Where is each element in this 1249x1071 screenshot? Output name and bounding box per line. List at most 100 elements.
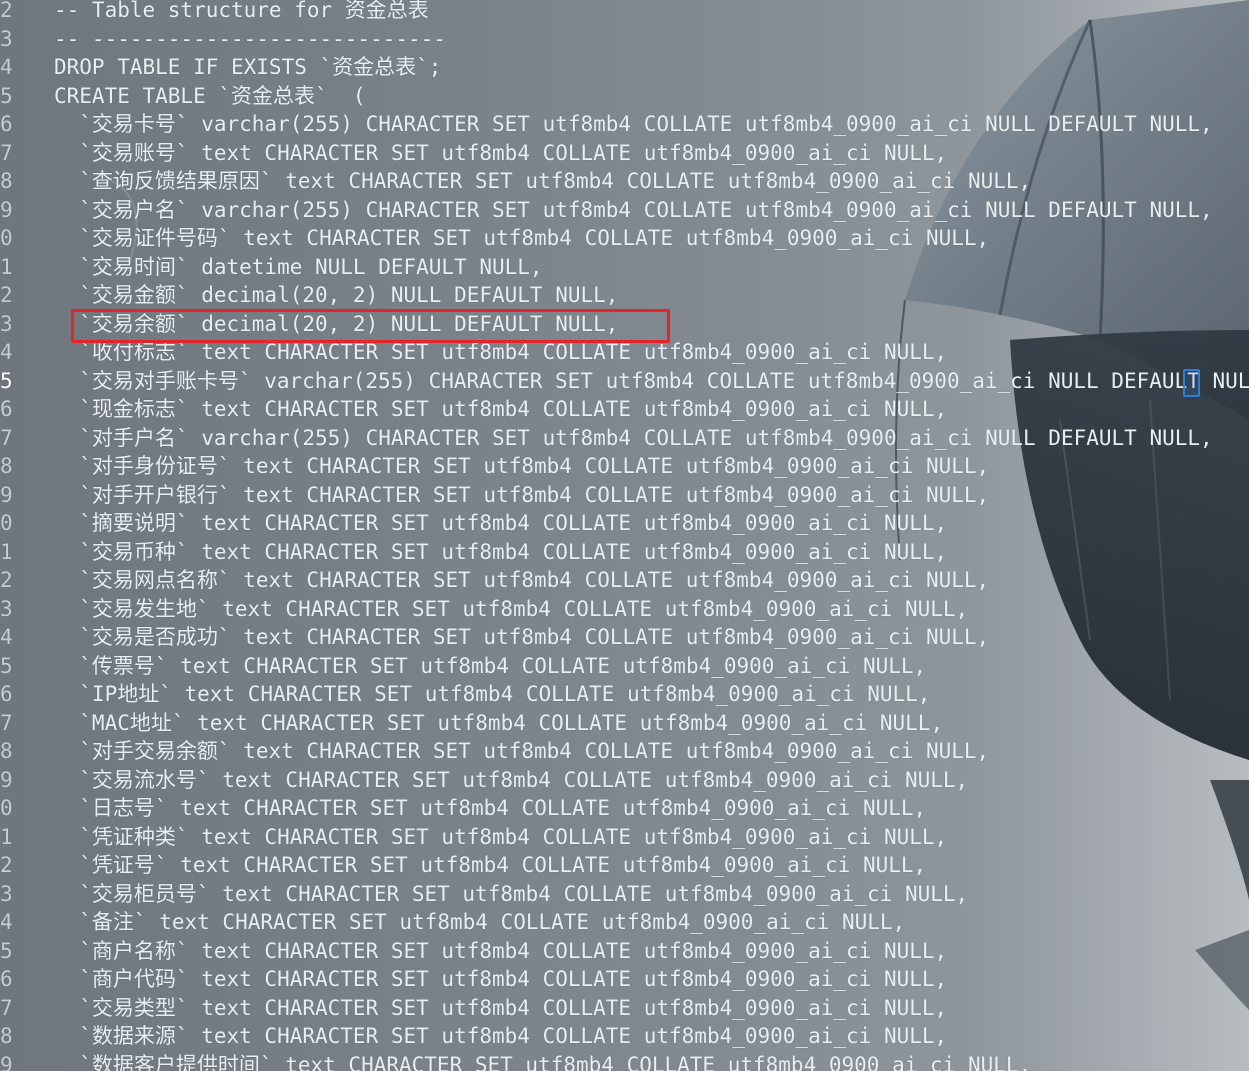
code-line[interactable]: 6 `交易卡号` varchar(255) CHARACTER SET utf8…: [0, 110, 1249, 139]
line-number: 7: [0, 140, 13, 165]
line-number: 4: [0, 910, 13, 934]
code-line[interactable]: 9 `交易户名` varchar(255) CHARACTER SET utf8…: [0, 196, 1249, 225]
line-number: 6: [0, 112, 13, 136]
code-text[interactable]: `对手交易余额` text CHARACTER SET utf8mb4 COLL…: [54, 737, 989, 766]
line-number: 3: [0, 596, 13, 621]
code-text[interactable]: `交易发生地` text CHARACTER SET utf8mb4 COLLA…: [54, 595, 968, 624]
line-number: 3: [0, 881, 13, 906]
line-number: 9: [0, 1052, 13, 1071]
code-line[interactable]: 8 `查询反馈结果原因` text CHARACTER SET utf8mb4 …: [0, 167, 1249, 196]
code-line[interactable]: 2 `凭证号` text CHARACTER SET utf8mb4 COLLA…: [0, 851, 1249, 880]
code-text[interactable]: CREATE TABLE `资金总表` (: [54, 82, 366, 111]
code-text[interactable]: `交易户名` varchar(255) CHARACTER SET utf8mb…: [54, 196, 1212, 225]
code-line[interactable]: 3 `交易余额` decimal(20, 2) NULL DEFAULT NUL…: [0, 310, 1249, 339]
code-text[interactable]: `交易网点名称` text CHARACTER SET utf8mb4 COLL…: [54, 566, 989, 595]
code-text[interactable]: `商户代码` text CHARACTER SET utf8mb4 COLLAT…: [54, 965, 947, 994]
code-text[interactable]: `交易类型` text CHARACTER SET utf8mb4 COLLAT…: [54, 994, 947, 1023]
code-line[interactable]: 5 `商户名称` text CHARACTER SET utf8mb4 COLL…: [0, 937, 1249, 966]
code-text[interactable]: `摘要说明` text CHARACTER SET utf8mb4 COLLAT…: [54, 509, 947, 538]
code-editor[interactable]: 2 -- Table structure for 资金总表 3 -- --------…: [0, 0, 1249, 1071]
line-number: 5: [0, 83, 13, 108]
code-text[interactable]: `交易流水号` text CHARACTER SET utf8mb4 COLLA…: [54, 766, 968, 795]
code-line[interactable]: 0 `摘要说明` text CHARACTER SET utf8mb4 COLL…: [0, 509, 1249, 538]
line-number: 0: [0, 511, 13, 535]
code-line[interactable]: 4 `备注` text CHARACTER SET utf8mb4 COLLAT…: [0, 908, 1249, 937]
code-text[interactable]: `收付标志` text CHARACTER SET utf8mb4 COLLAT…: [54, 338, 947, 367]
line-number: 8: [0, 169, 13, 193]
code-text[interactable]: `对手户名` varchar(255) CHARACTER SET utf8mb…: [54, 424, 1212, 453]
code-line[interactable]: 2 -- Table structure for 资金总表: [0, 0, 1249, 25]
code-line[interactable]: 7 `交易类型` text CHARACTER SET utf8mb4 COLL…: [0, 994, 1249, 1023]
code-line[interactable]: 2 `交易网点名称` text CHARACTER SET utf8mb4 CO…: [0, 566, 1249, 595]
code-line[interactable]: 0 `日志号` text CHARACTER SET utf8mb4 COLLA…: [0, 794, 1249, 823]
code-text[interactable]: DROP TABLE IF EXISTS `资金总表`;: [54, 53, 441, 82]
code-text[interactable]: `对手开户银行` text CHARACTER SET utf8mb4 COLL…: [54, 481, 989, 510]
code-text[interactable]: -- ----------------------------: [54, 25, 446, 54]
code-line[interactable]: 1 `凭证种类` text CHARACTER SET utf8mb4 COLL…: [0, 823, 1249, 852]
line-number: 1: [0, 539, 13, 564]
line-number: 6: [0, 967, 13, 991]
line-number: 7: [0, 425, 13, 450]
code-text[interactable]: `MAC地址` text CHARACTER SET utf8mb4 COLLA…: [54, 709, 943, 738]
line-number: 1: [0, 824, 13, 849]
code-line[interactable]: 0 `交易证件号码` text CHARACTER SET utf8mb4 CO…: [0, 224, 1249, 253]
code-text[interactable]: `交易时间` datetime NULL DEFAULT NULL,: [54, 253, 542, 282]
code-line[interactable]: 4 `收付标志` text CHARACTER SET utf8mb4 COLL…: [0, 338, 1249, 367]
code-line[interactable]: 5 `交易对手账卡号` varchar(255) CHARACTER SET u…: [0, 367, 1249, 396]
code-line[interactable]: 4 `交易是否成功` text CHARACTER SET utf8mb4 CO…: [0, 623, 1249, 652]
code-line[interactable]: 5 CREATE TABLE `资金总表` (: [0, 82, 1249, 111]
code-text[interactable]: `凭证种类` text CHARACTER SET utf8mb4 COLLAT…: [54, 823, 947, 852]
code-text[interactable]: -- Table structure for 资金总表: [54, 0, 429, 25]
code-text[interactable]: `传票号` text CHARACTER SET utf8mb4 COLLATE…: [54, 652, 926, 681]
line-number: 0: [0, 226, 13, 250]
line-number: 5: [0, 653, 13, 678]
code-text[interactable]: `现金标志` text CHARACTER SET utf8mb4 COLLAT…: [54, 395, 947, 424]
code-text[interactable]: `交易金额` decimal(20, 2) NULL DEFAULT NULL,: [54, 281, 618, 310]
code-text[interactable]: `IP地址` text CHARACTER SET utf8mb4 COLLAT…: [54, 680, 930, 709]
code-line[interactable]: 6 `IP地址` text CHARACTER SET utf8mb4 COLL…: [0, 680, 1249, 709]
code-text[interactable]: `凭证号` text CHARACTER SET utf8mb4 COLLATE…: [54, 851, 926, 880]
code-line[interactable]: 6 `商户代码` text CHARACTER SET utf8mb4 COLL…: [0, 965, 1249, 994]
code-text[interactable]: `交易证件号码` text CHARACTER SET utf8mb4 COLL…: [54, 224, 989, 253]
line-number: 9: [0, 482, 13, 507]
code-text[interactable]: `备注` text CHARACTER SET utf8mb4 COLLATE …: [54, 908, 905, 937]
code-text[interactable]: `日志号` text CHARACTER SET utf8mb4 COLLATE…: [54, 794, 926, 823]
code-line[interactable]: 7 `交易账号` text CHARACTER SET utf8mb4 COLL…: [0, 139, 1249, 168]
code-line[interactable]: 8 `数据来源` text CHARACTER SET utf8mb4 COLL…: [0, 1022, 1249, 1051]
code-text[interactable]: `数据客户提供时间` text CHARACTER SET utf8mb4 CO…: [54, 1051, 1031, 1071]
code-line[interactable]: 5 `传票号` text CHARACTER SET utf8mb4 COLLA…: [0, 652, 1249, 681]
code-line[interactable]: 1 `交易币种` text CHARACTER SET utf8mb4 COLL…: [0, 538, 1249, 567]
code-text[interactable]: `数据来源` text CHARACTER SET utf8mb4 COLLAT…: [54, 1022, 947, 1051]
code-line[interactable]: 2 `交易金额` decimal(20, 2) NULL DEFAULT NUL…: [0, 281, 1249, 310]
code-text[interactable]: `交易余额` decimal(20, 2) NULL DEFAULT NULL,: [54, 310, 618, 339]
code-line[interactable]: 3 `交易发生地` text CHARACTER SET utf8mb4 COL…: [0, 595, 1249, 624]
code-line[interactable]: 7 `对手户名` varchar(255) CHARACTER SET utf8…: [0, 424, 1249, 453]
code-text[interactable]: `交易币种` text CHARACTER SET utf8mb4 COLLAT…: [54, 538, 947, 567]
code-line[interactable]: 9 `数据客户提供时间` text CHARACTER SET utf8mb4 …: [0, 1051, 1249, 1071]
line-number: 2: [0, 568, 13, 592]
code-text[interactable]: `交易柜员号` text CHARACTER SET utf8mb4 COLLA…: [54, 880, 968, 909]
code-text[interactable]: `交易对手账卡号` varchar(255) CHARACTER SET utf…: [54, 367, 1249, 396]
code-line[interactable]: 3 `交易柜员号` text CHARACTER SET utf8mb4 COL…: [0, 880, 1249, 909]
line-number: 3: [0, 311, 13, 336]
line-number: 7: [0, 995, 13, 1020]
code-text[interactable]: `交易账号` text CHARACTER SET utf8mb4 COLLAT…: [54, 139, 947, 168]
line-number: 9: [0, 767, 13, 792]
line-number: 8: [0, 454, 13, 478]
line-number: 7: [0, 710, 13, 735]
code-line[interactable]: 9 `对手开户银行` text CHARACTER SET utf8mb4 CO…: [0, 481, 1249, 510]
code-text[interactable]: `交易卡号` varchar(255) CHARACTER SET utf8mb…: [54, 110, 1212, 139]
code-text[interactable]: `商户名称` text CHARACTER SET utf8mb4 COLLAT…: [54, 937, 947, 966]
code-text[interactable]: `交易是否成功` text CHARACTER SET utf8mb4 COLL…: [54, 623, 989, 652]
code-text[interactable]: `查询反馈结果原因` text CHARACTER SET utf8mb4 CO…: [54, 167, 1031, 196]
code-line[interactable]: 8 `对手身份证号` text CHARACTER SET utf8mb4 CO…: [0, 452, 1249, 481]
code-line[interactable]: 9 `交易流水号` text CHARACTER SET utf8mb4 COL…: [0, 766, 1249, 795]
code-line[interactable]: 8 `对手交易余额` text CHARACTER SET utf8mb4 CO…: [0, 737, 1249, 766]
line-number: 5: [0, 938, 13, 963]
code-line[interactable]: 4 DROP TABLE IF EXISTS `资金总表`;: [0, 53, 1249, 82]
code-line[interactable]: 1 `交易时间` datetime NULL DEFAULT NULL,: [0, 253, 1249, 282]
code-text[interactable]: `对手身份证号` text CHARACTER SET utf8mb4 COLL…: [54, 452, 989, 481]
code-line[interactable]: 3 -- ----------------------------: [0, 25, 1249, 54]
code-line[interactable]: 7 `MAC地址` text CHARACTER SET utf8mb4 COL…: [0, 709, 1249, 738]
code-line[interactable]: 6 `现金标志` text CHARACTER SET utf8mb4 COLL…: [0, 395, 1249, 424]
